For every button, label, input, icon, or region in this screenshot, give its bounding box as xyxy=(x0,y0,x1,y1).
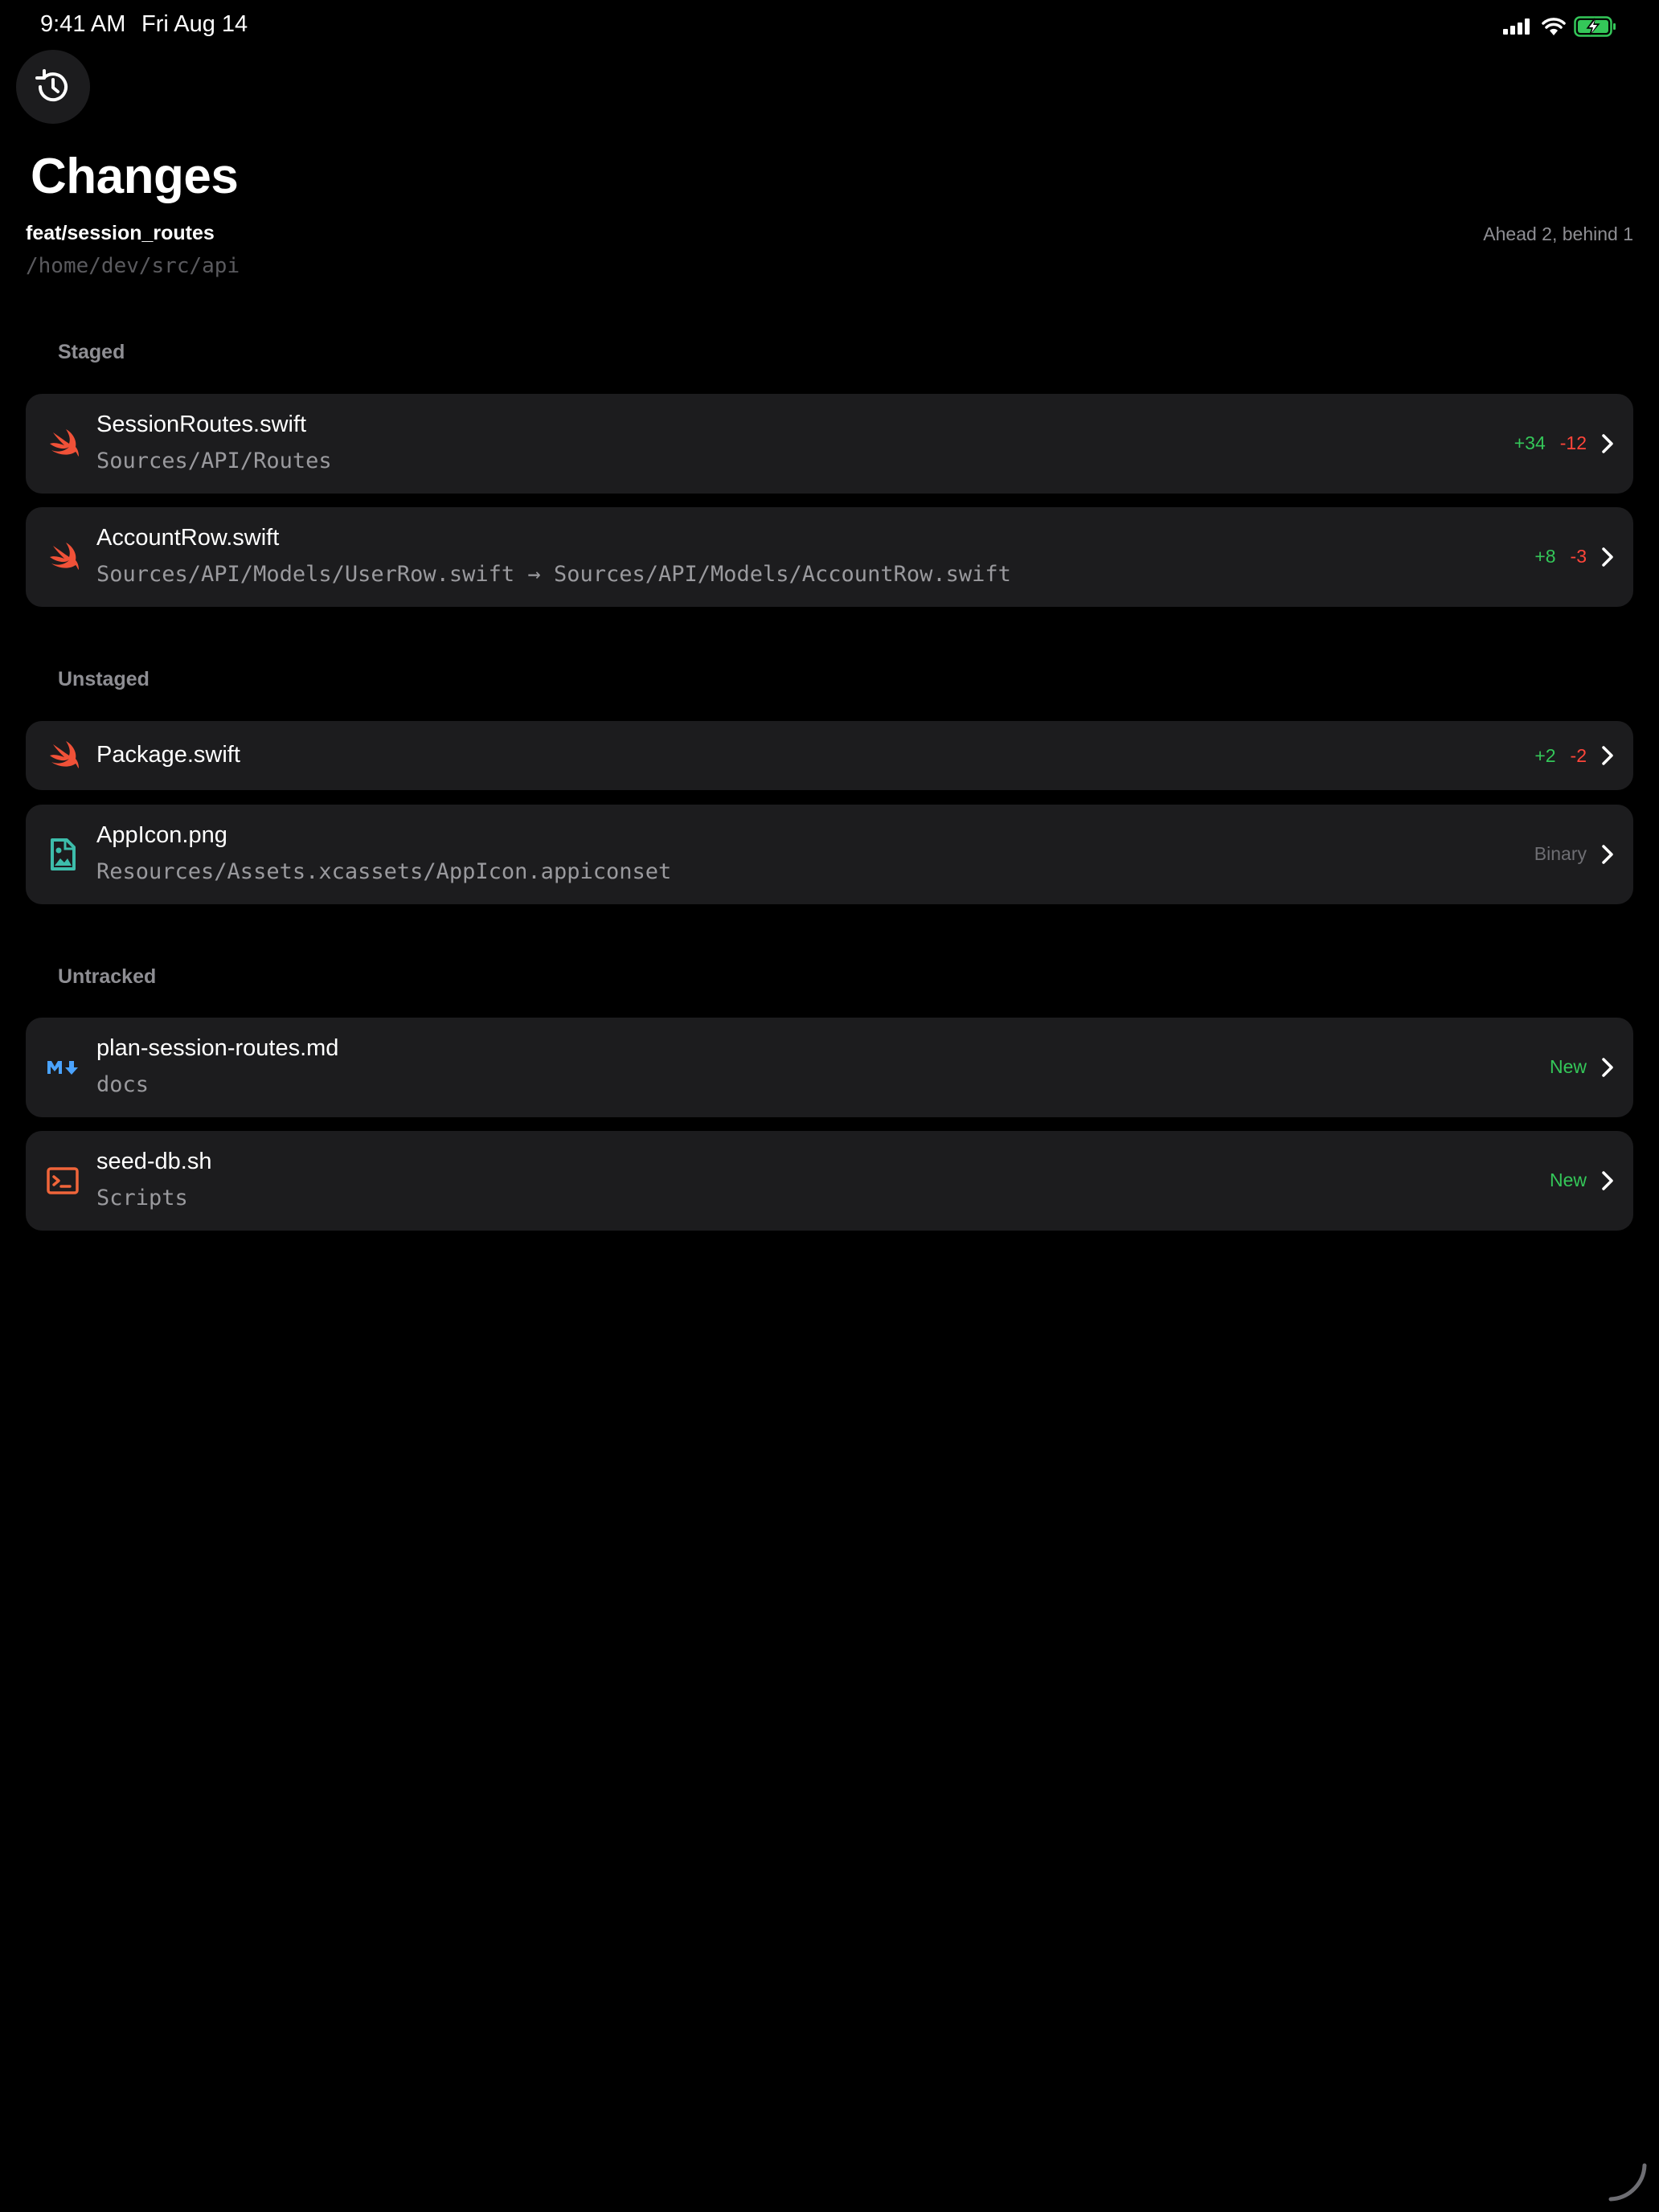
file-row-session-routes[interactable]: SessionRoutes.swift Sources/API/Routes +… xyxy=(26,394,1633,494)
chevron-right-icon xyxy=(1602,434,1613,453)
chevron-right-icon xyxy=(1602,547,1613,567)
swift-icon xyxy=(50,429,79,457)
new-label: New xyxy=(1549,1056,1587,1077)
file-row-seed-db[interactable]: seed-db.sh Scripts New xyxy=(26,1131,1633,1231)
history-icon xyxy=(35,69,68,102)
additions-count: +8 xyxy=(1534,546,1556,567)
sync-status: Ahead 2, behind 1 xyxy=(1483,223,1633,244)
file-name: Package.swift xyxy=(96,742,240,768)
deletions-count: -3 xyxy=(1570,546,1587,567)
file-status: New xyxy=(1550,1169,1587,1191)
file-row-plan-md[interactable]: plan-session-routes.md docs New xyxy=(26,1018,1633,1117)
file-status: New xyxy=(1550,1056,1587,1078)
binary-label: Binary xyxy=(1534,843,1587,864)
file-dir: Resources/Assets.xcassets/AppIcon.appico… xyxy=(96,859,672,884)
corner-indicator-icon xyxy=(1608,2163,1647,2202)
chevron-right-icon xyxy=(1602,845,1613,864)
section-header-unstaged: Unstaged xyxy=(58,668,150,690)
status-icons xyxy=(1503,14,1617,39)
chevron-right-icon xyxy=(1602,1171,1613,1190)
image-file-icon xyxy=(51,838,76,870)
file-row-package[interactable]: Package.swift +2 -2 xyxy=(26,721,1633,790)
status-time: 9:41 AM xyxy=(40,11,126,37)
additions-count: +34 xyxy=(1514,432,1546,453)
deletions-count: -12 xyxy=(1559,432,1587,453)
file-row-appicon[interactable]: AppIcon.png Resources/Assets.xcassets/Ap… xyxy=(26,805,1633,904)
chevron-right-icon xyxy=(1602,1058,1613,1077)
signal-icon xyxy=(1503,18,1530,35)
file-status: Binary xyxy=(1534,843,1587,865)
file-name: seed-db.sh xyxy=(96,1149,212,1174)
diff-stats: +8 -3 xyxy=(1534,546,1587,567)
status-date: Fri Aug 14 xyxy=(141,11,248,37)
file-dir: Scripts xyxy=(96,1186,188,1210)
deletions-count: -2 xyxy=(1570,745,1587,766)
file-dir: Sources/API/Models/UserRow.swift → Sourc… xyxy=(96,562,1011,587)
history-button[interactable] xyxy=(16,50,90,124)
battery-charging-icon xyxy=(1574,16,1616,37)
file-name: AppIcon.png xyxy=(96,822,227,848)
file-name: plan-session-routes.md xyxy=(96,1035,339,1061)
repo-path: /home/dev/src/api xyxy=(26,254,240,278)
section-header-untracked: Untracked xyxy=(58,965,157,988)
markdown-icon xyxy=(47,1061,78,1075)
file-name: SessionRoutes.swift xyxy=(96,412,307,437)
file-dir: Sources/API/Routes xyxy=(96,449,332,473)
swift-icon xyxy=(50,543,79,570)
diff-stats: +34 -12 xyxy=(1514,432,1587,454)
section-header-staged: Staged xyxy=(58,341,125,363)
file-row-account-row[interactable]: AccountRow.swift Sources/API/Models/User… xyxy=(26,507,1633,607)
wifi-icon xyxy=(1542,18,1566,35)
terminal-icon xyxy=(47,1167,79,1194)
chevron-right-icon xyxy=(1602,746,1613,765)
swift-icon xyxy=(50,741,79,768)
additions-count: +2 xyxy=(1534,745,1556,766)
diff-stats: +2 -2 xyxy=(1534,745,1587,767)
file-name: AccountRow.swift xyxy=(96,525,280,551)
new-label: New xyxy=(1549,1169,1587,1190)
file-dir: docs xyxy=(96,1072,150,1097)
page-title: Changes xyxy=(31,149,239,204)
branch-name: feat/session_routes xyxy=(26,222,215,244)
status-bar: 9:41 AM Fri Aug 14 xyxy=(0,0,1659,51)
